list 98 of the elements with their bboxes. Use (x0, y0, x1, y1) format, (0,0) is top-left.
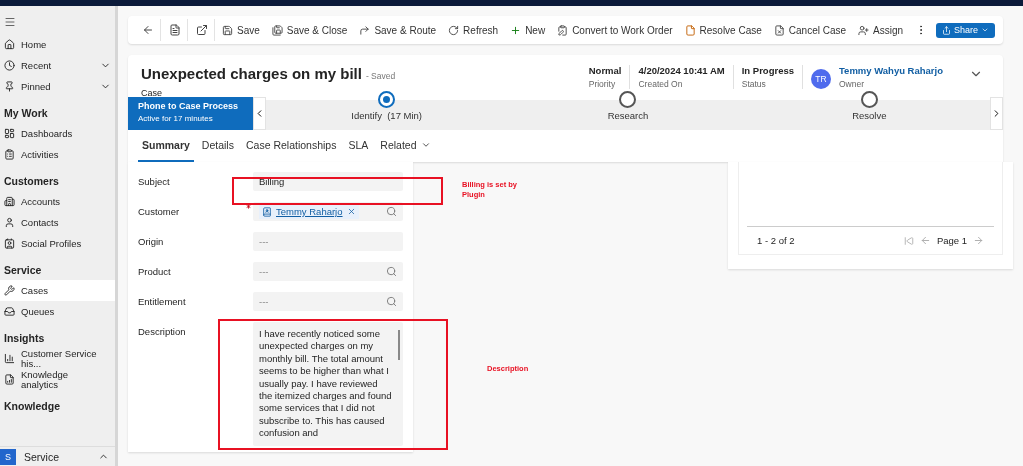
process-stage[interactable]: Research (507, 90, 749, 130)
field-label: Entitlement (138, 295, 187, 307)
header-value: In Progress (741, 65, 794, 76)
header-label: Created On (638, 79, 684, 89)
search-icon[interactable] (386, 296, 397, 307)
search-icon[interactable] (386, 206, 397, 217)
pin-icon (4, 81, 15, 92)
route-arrow-icon (359, 24, 371, 36)
clock-icon (4, 60, 15, 71)
previous-stage-button[interactable] (253, 97, 266, 130)
process-badge[interactable]: Phone to Case Process Active for 17 minutes (128, 97, 253, 130)
description-field[interactable]: I have recently noticed some unexpected charges on my monthly bill. The total amount seems to be higher than what I usually pay. I have reviewed the itemized charges and found some services that I did not subscribe to. This has caused confusion and (253, 322, 403, 446)
nav-item[interactable]: Customer Service his... (0, 348, 115, 369)
first-page-icon[interactable] (903, 235, 914, 246)
owner-link[interactable]: Temmy Wahyu Raharjo (839, 65, 943, 76)
next-page-icon[interactable] (973, 235, 984, 246)
nav-item[interactable]: Social Profiles (0, 233, 115, 254)
header-label: Status (741, 79, 767, 89)
search-icon[interactable] (386, 266, 397, 277)
popout-icon (196, 24, 208, 36)
clipboard-icon (557, 24, 569, 36)
contact-card-icon (4, 238, 15, 249)
share-icon (941, 25, 951, 35)
field-label: Origin (138, 235, 165, 247)
tab[interactable]: Case Relationships (241, 130, 341, 162)
record-title: Unexpected charges on my bill (141, 65, 362, 82)
header-value: 4/20/2024 10:41 AM (638, 65, 725, 76)
command-button[interactable]: Refresh (443, 19, 504, 41)
command-button[interactable]: Save & Route (354, 19, 442, 41)
contact-card-icon (262, 206, 272, 217)
header-label: Priority (588, 79, 617, 89)
refresh-icon (448, 24, 460, 36)
page-number: Page 1 (936, 235, 967, 246)
nav-item[interactable]: Cases (0, 280, 115, 301)
area-label: Service (24, 450, 59, 463)
nav-item[interactable]: Pinned (0, 76, 115, 97)
section-heading: Insights (3, 331, 46, 346)
tab[interactable]: Details (197, 130, 238, 162)
report-icon (4, 374, 15, 385)
menu-icon[interactable] (4, 16, 16, 28)
process-stage[interactable]: Identify (17 Min) (266, 90, 508, 130)
building-icon (4, 196, 15, 207)
nav-item[interactable]: Queues (0, 301, 115, 322)
nav-item[interactable]: Dashboards (0, 123, 115, 144)
nav-item[interactable]: Accounts (0, 191, 115, 212)
entity-name: Case (141, 88, 163, 98)
nav-item[interactable]: Activities (0, 144, 115, 165)
command-button[interactable]: Save (217, 19, 265, 41)
document-icon (169, 24, 181, 36)
back-icon (142, 24, 154, 36)
field-label: Description (138, 325, 187, 337)
save-close-icon (271, 24, 283, 36)
area-badge: S (0, 448, 16, 465)
command-button[interactable]: New (505, 19, 551, 41)
nav-item[interactable]: Knowledge analytics (0, 369, 115, 390)
tab[interactable]: SLA (344, 130, 373, 162)
clipboard-icon (4, 149, 15, 160)
previous-page-icon[interactable] (919, 235, 931, 246)
person-icon (4, 217, 15, 228)
chevron-down-icon (420, 140, 431, 150)
inbox-icon (4, 306, 15, 317)
section-heading: Service (3, 263, 43, 278)
wrench-icon (4, 285, 15, 296)
avatar: TR (811, 69, 831, 89)
document-cancel-icon (773, 24, 785, 36)
header-value: Normal (588, 65, 622, 76)
chevron-down-icon (981, 26, 989, 34)
command-button[interactable]: Convert to Work Order (552, 19, 678, 41)
area-switcher[interactable]: S Service (0, 446, 115, 466)
command-button[interactable]: Cancel Case (768, 19, 852, 41)
plus-icon (510, 24, 522, 36)
field-label: Product (138, 265, 172, 277)
next-stage-button[interactable] (990, 97, 1003, 130)
section-heading: My Work (3, 106, 49, 121)
home-icon (4, 39, 15, 50)
save-icon (222, 24, 233, 36)
command-button[interactable]: Save & Close (266, 19, 353, 41)
field-label: Subject (138, 175, 171, 187)
tab[interactable]: Related (376, 130, 435, 162)
nav-item[interactable]: Recent (0, 55, 115, 76)
command-button[interactable]: Resolve Case (679, 19, 767, 41)
section-heading: Customers (3, 174, 60, 189)
section-heading: Knowledge (3, 399, 61, 414)
required-icon (245, 203, 252, 210)
remove-icon[interactable] (346, 207, 356, 216)
nav-item[interactable]: Contacts (0, 212, 115, 233)
header-label: Owner (839, 79, 866, 89)
save-status: - Saved (365, 71, 396, 81)
nav-item[interactable]: Home (0, 34, 115, 55)
field-label: Customer (138, 205, 181, 217)
chart-icon (4, 353, 15, 364)
document-icon (684, 24, 696, 36)
record-count: 1 - 2 of 2 (757, 235, 795, 246)
share-button[interactable]: Share (935, 22, 995, 38)
process-stage[interactable]: Resolve (748, 90, 990, 130)
command-button[interactable]: Assign (853, 19, 909, 41)
dashboard-icon (4, 128, 15, 139)
person-add-icon (858, 24, 870, 36)
